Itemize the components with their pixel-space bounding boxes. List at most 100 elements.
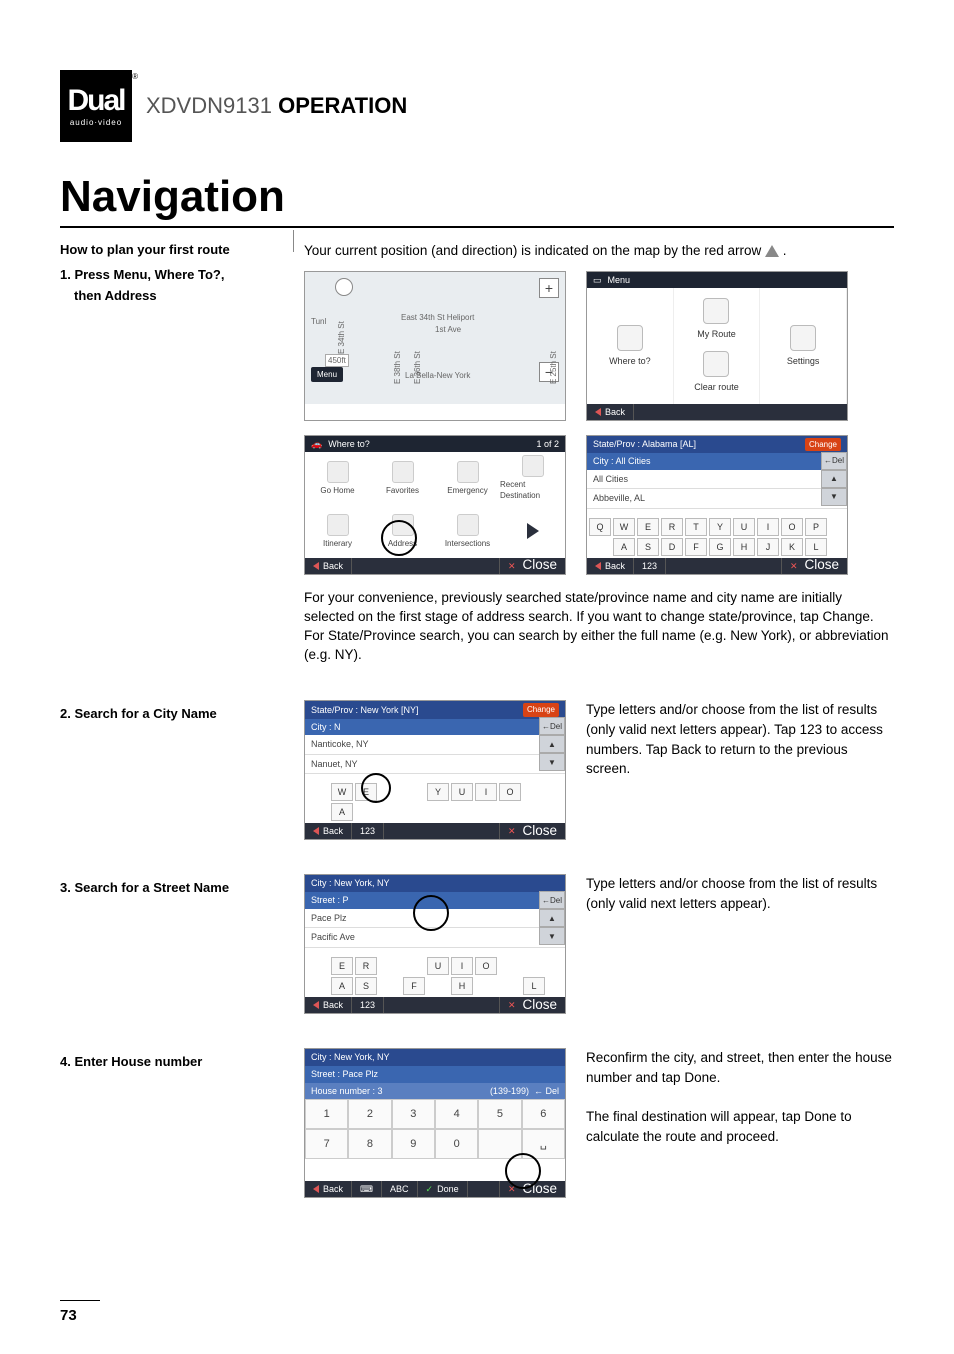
scroll-down-button[interactable]: ▼	[539, 753, 565, 771]
key[interactable]: I	[757, 518, 779, 536]
whereto-next[interactable]	[500, 505, 565, 558]
numkey[interactable]: 3	[392, 1099, 435, 1129]
numkey[interactable]: 5	[478, 1099, 521, 1129]
state-kb-screenshot: State/Prov : Alabama [AL] Change City : …	[586, 435, 848, 575]
street-close-button[interactable]: Close	[499, 997, 565, 1013]
house-kb-button[interactable]: ⌨	[352, 1181, 382, 1197]
key[interactable]: J	[757, 538, 779, 556]
menu-item-myroute[interactable]: My RouteClear route	[674, 288, 761, 404]
key[interactable]: F	[403, 977, 425, 995]
key[interactable]: O	[499, 783, 521, 801]
state-123-button[interactable]: 123	[634, 558, 666, 574]
scroll-down-button[interactable]: ▼	[821, 488, 847, 506]
zoom-in-button[interactable]: +	[539, 278, 559, 298]
del-button[interactable]: ← Del	[539, 717, 565, 735]
key[interactable]: Y	[709, 518, 731, 536]
menu-item-whereto[interactable]: Where to?	[587, 288, 674, 404]
key[interactable]: Q	[589, 518, 611, 536]
key[interactable]: K	[781, 538, 803, 556]
key[interactable]: A	[331, 977, 353, 995]
numkey[interactable]: 7	[305, 1129, 348, 1159]
scroll-up-button[interactable]: ▲	[539, 735, 565, 753]
numkey[interactable]: 2	[348, 1099, 391, 1129]
key[interactable]: O	[475, 957, 497, 975]
key[interactable]: Y	[427, 783, 449, 801]
key[interactable]: U	[733, 518, 755, 536]
key[interactable]: P	[805, 518, 827, 536]
key[interactable]: I	[475, 783, 497, 801]
key[interactable]: U	[427, 957, 449, 975]
numkey[interactable]: 1	[305, 1099, 348, 1129]
whereto-close-button[interactable]: Close	[499, 558, 565, 574]
list-item[interactable]: Pacific Ave	[305, 928, 565, 948]
list-item[interactable]: Nanticoke, NY	[305, 735, 565, 755]
key[interactable]: O	[781, 518, 803, 536]
key[interactable]: E	[331, 957, 353, 975]
whereto-recent[interactable]: Recent Destination	[500, 452, 565, 505]
key[interactable]: S	[637, 538, 659, 556]
scroll-up-button[interactable]: ▲	[821, 470, 847, 488]
house-close-button[interactable]: Close	[499, 1181, 565, 1197]
street-123-button[interactable]: 123	[352, 997, 384, 1013]
scroll-up-button[interactable]: ▲	[539, 909, 565, 927]
key[interactable]: G	[709, 538, 731, 556]
street-back-button[interactable]: Back	[305, 997, 352, 1013]
list-item[interactable]: All Cities	[587, 470, 847, 490]
key[interactable]: U	[451, 783, 473, 801]
key[interactable]: L	[805, 538, 827, 556]
del-button[interactable]: ← Del	[539, 891, 565, 909]
key[interactable]: D	[661, 538, 683, 556]
city-back-button[interactable]: Back	[305, 823, 352, 839]
model-line: XDVDN9131 OPERATION	[146, 93, 407, 119]
key[interactable]: F	[685, 538, 707, 556]
change-button[interactable]: Change	[805, 438, 841, 451]
list-item[interactable]: Pace Plz	[305, 909, 565, 929]
whereto-gohome[interactable]: Go Home	[305, 452, 370, 505]
menu-item-settings[interactable]: Settings	[760, 288, 847, 404]
key[interactable]: A	[331, 803, 353, 821]
state-close-button[interactable]: Close	[781, 558, 847, 574]
city-123-button[interactable]: 123	[352, 823, 384, 839]
del-button[interactable]: ← Del	[821, 452, 847, 470]
whereto-intersections[interactable]: Intersections	[435, 505, 500, 558]
whereto-emergency[interactable]: Emergency	[435, 452, 500, 505]
state-back-button[interactable]: Back	[587, 558, 634, 574]
numkey[interactable]: 6	[522, 1099, 565, 1129]
house-text-1: Reconfirm the city, and street, then ent…	[586, 1048, 894, 1087]
key[interactable]: H	[733, 538, 755, 556]
key[interactable]: R	[355, 957, 377, 975]
key[interactable]: S	[355, 977, 377, 995]
change-button[interactable]: Change	[523, 703, 559, 716]
house-abc-button[interactable]: ABC	[382, 1181, 418, 1197]
list-item[interactable]: Nanuet, NY	[305, 755, 565, 775]
key[interactable]: I	[451, 957, 473, 975]
scroll-down-button[interactable]: ▼	[539, 927, 565, 945]
key[interactable]: A	[613, 538, 635, 556]
house-done-button[interactable]: ✓ Done	[418, 1181, 468, 1197]
numkey[interactable]: 4	[435, 1099, 478, 1129]
numkey[interactable]: 8	[348, 1129, 391, 1159]
whereto-back-button[interactable]: Back	[305, 558, 352, 574]
compass-icon[interactable]	[335, 278, 353, 296]
city-close-button[interactable]: Close	[499, 823, 565, 839]
map-menu-button[interactable]: Menu	[311, 367, 343, 382]
key[interactable]: L	[523, 977, 545, 995]
numkey[interactable]: 0	[435, 1129, 478, 1159]
key[interactable]: R	[661, 518, 683, 536]
numkey[interactable]: 9	[392, 1129, 435, 1159]
step-2-text: Type letters and/or choose from the list…	[586, 700, 894, 778]
house-back-button[interactable]: Back	[305, 1181, 352, 1197]
key[interactable]: W	[613, 518, 635, 536]
key[interactable]: H	[451, 977, 473, 995]
whereto-itinerary[interactable]: Itinerary	[305, 505, 370, 558]
whereto-address[interactable]: Address	[370, 505, 435, 558]
whereto-favorites[interactable]: Favorites	[370, 452, 435, 505]
address-label: Address	[388, 538, 417, 549]
key[interactable]: T	[685, 518, 707, 536]
list-item[interactable]: Abbeville, AL	[587, 489, 847, 509]
numkey-space[interactable]: ␣	[522, 1129, 565, 1159]
key[interactable]: E	[355, 783, 377, 801]
menu-back-button[interactable]: Back	[587, 404, 634, 420]
key[interactable]: W	[331, 783, 353, 801]
key[interactable]: E	[637, 518, 659, 536]
